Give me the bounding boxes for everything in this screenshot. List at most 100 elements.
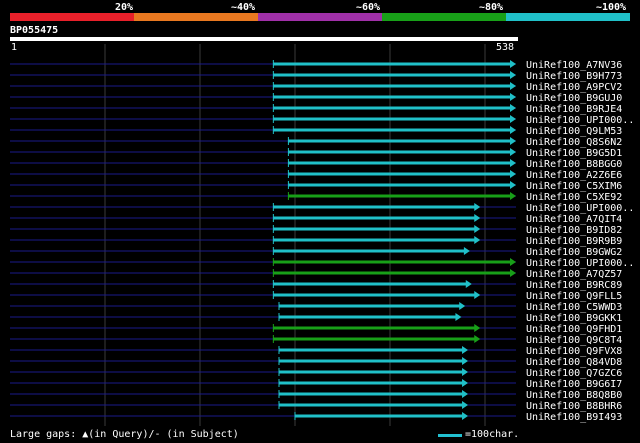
hit-arrow-icon: [462, 379, 469, 387]
hit-arrow-icon: [510, 104, 516, 112]
hit-row[interactable]: UniRef100_Q9C8T4: [10, 335, 622, 346]
hit-row[interactable]: UniRef100_B8BHR6: [10, 401, 622, 412]
hit-arrow-icon: [510, 137, 516, 145]
hit-label[interactable]: UniRef100_C5WWD3: [526, 302, 622, 313]
hit-arrow-icon: [474, 236, 481, 244]
hit-label[interactable]: UniRef100_B9I493: [526, 412, 622, 423]
hit-arrow-icon: [462, 357, 469, 365]
hit-label[interactable]: UniRef100_UPI000..: [526, 258, 634, 269]
hit-row[interactable]: UniRef100_C5XIM6: [10, 181, 622, 192]
hit-arrow-icon: [510, 159, 516, 167]
hit-label[interactable]: UniRef100_A2Z6E6: [526, 170, 622, 181]
hit-arrow-icon: [462, 390, 469, 398]
hit-row[interactable]: UniRef100_B9G6I7: [10, 379, 622, 390]
hit-arrow-icon: [465, 280, 472, 288]
hit-label[interactable]: UniRef100_B8Q8B0: [526, 390, 622, 401]
hit-label[interactable]: UniRef100_Q8S6N2: [526, 137, 622, 148]
hit-row[interactable]: UniRef100_B9R9B9: [10, 236, 622, 247]
hit-arrow-icon: [462, 412, 469, 420]
hit-arrow-icon: [510, 82, 516, 90]
hit-arrow-icon: [459, 302, 466, 310]
hit-label[interactable]: UniRef100_B8BHR6: [526, 401, 622, 412]
hit-arrow-icon: [510, 192, 516, 200]
hit-row[interactable]: UniRef100_A7QZ57: [10, 269, 622, 280]
hit-label[interactable]: UniRef100_UPI000..: [526, 203, 634, 214]
hit-arrow-icon: [474, 335, 481, 343]
hit-arrow-icon: [455, 313, 462, 321]
hit-row[interactable]: UniRef100_B8Q8B0: [10, 390, 622, 401]
hit-arrow-icon: [462, 401, 469, 409]
hit-arrow-icon: [510, 269, 516, 277]
hit-row[interactable]: UniRef100_B9I493: [10, 412, 622, 423]
hit-row[interactable]: UniRef100_B9ID82: [10, 225, 622, 236]
hit-row[interactable]: UniRef100_B9RJE4: [10, 104, 622, 115]
hit-label[interactable]: UniRef100_C5XIM6: [526, 181, 622, 192]
hit-arrow-icon: [474, 214, 481, 222]
hit-row[interactable]: UniRef100_UPI000..: [10, 258, 634, 269]
hit-label[interactable]: UniRef100_C5XE92: [526, 192, 622, 203]
hit-label[interactable]: UniRef100_B9RJE4: [526, 104, 622, 115]
hit-row[interactable]: UniRef100_C5XE92: [10, 192, 622, 203]
hit-row[interactable]: UniRef100_B9RC89: [10, 280, 622, 291]
hit-row[interactable]: UniRef100_A7QIT4: [10, 214, 622, 225]
hit-row[interactable]: UniRef100_Q9FHD1: [10, 324, 622, 335]
hit-label[interactable]: UniRef100_B9G6I7: [526, 379, 622, 390]
hit-arrow-icon: [510, 258, 516, 266]
hit-label[interactable]: UniRef100_B9RC89: [526, 280, 622, 291]
hit-row[interactable]: UniRef100_C5WWD3: [10, 302, 622, 313]
hit-label[interactable]: UniRef100_A7QIT4: [526, 214, 622, 225]
hit-arrow-icon: [510, 60, 516, 68]
hit-arrow-icon: [474, 203, 481, 211]
hit-arrow-icon: [510, 71, 516, 79]
hit-label[interactable]: UniRef100_B9GWG2: [526, 247, 622, 258]
hit-label[interactable]: UniRef100_A7NV36: [526, 60, 622, 71]
hit-label[interactable]: UniRef100_Q9FLL5: [526, 291, 622, 302]
hit-label[interactable]: UniRef100_B9GUJ0: [526, 93, 622, 104]
hit-row[interactable]: UniRef100_B8BGG0: [10, 159, 622, 170]
hit-label[interactable]: UniRef100_UPI000..: [526, 115, 634, 126]
hit-row[interactable]: UniRef100_A7NV36: [10, 60, 622, 71]
hit-arrow-icon: [510, 115, 516, 123]
hit-label[interactable]: UniRef100_B9G5D1: [526, 148, 622, 159]
hit-row[interactable]: UniRef100_Q7GZC6: [10, 368, 622, 379]
hit-arrow-icon: [474, 324, 481, 332]
hit-row[interactable]: UniRef100_A9PCV2: [10, 82, 622, 93]
hit-row[interactable]: UniRef100_Q84VD8: [10, 357, 622, 368]
hit-label[interactable]: UniRef100_A7QZ57: [526, 269, 622, 280]
hit-row[interactable]: UniRef100_Q9FLL5: [10, 291, 622, 302]
hit-label[interactable]: UniRef100_B9GKK1: [526, 313, 622, 324]
hit-row[interactable]: UniRef100_B9GUJ0: [10, 93, 622, 104]
hit-row[interactable]: UniRef100_UPI000..: [10, 115, 634, 126]
hit-arrow-icon: [510, 170, 516, 178]
hit-label[interactable]: UniRef100_Q9LM53: [526, 126, 622, 137]
hit-row[interactable]: UniRef100_UPI000..: [10, 203, 634, 214]
hit-row[interactable]: UniRef100_A2Z6E6: [10, 170, 622, 181]
gaps-legend: Large gaps: ▲(in Query)/- (in Subject): [10, 429, 239, 440]
hit-arrow-icon: [462, 368, 469, 376]
hit-alignment-graphic: UniRef100_A7NV36UniRef100_B9H773UniRef10…: [10, 44, 634, 426]
hit-row[interactable]: UniRef100_B9GWG2: [10, 247, 622, 258]
scale-label: =100char.: [465, 429, 520, 440]
hit-label[interactable]: UniRef100_B8BGG0: [526, 159, 622, 170]
hit-row[interactable]: UniRef100_Q9FVX8: [10, 346, 622, 357]
hit-label[interactable]: UniRef100_Q84VD8: [526, 357, 622, 368]
hit-label[interactable]: UniRef100_B9H773: [526, 71, 622, 82]
hit-arrow-icon: [510, 126, 516, 134]
hit-row[interactable]: UniRef100_B9H773: [10, 71, 622, 82]
hit-label[interactable]: UniRef100_B9ID82: [526, 225, 622, 236]
hit-arrow-icon: [510, 148, 516, 156]
scale-bar: [438, 434, 462, 437]
hit-label[interactable]: UniRef100_B9R9B9: [526, 236, 622, 247]
hit-label[interactable]: UniRef100_A9PCV2: [526, 82, 622, 93]
blast-alignment-view: 20% ~40% ~60% ~80% ~100% BP055475 1 538 …: [0, 0, 640, 443]
hit-row[interactable]: UniRef100_B9GKK1: [10, 313, 622, 324]
hit-label[interactable]: UniRef100_Q9C8T4: [526, 335, 622, 346]
hit-row[interactable]: UniRef100_Q9LM53: [10, 126, 622, 137]
hit-arrow-icon: [510, 181, 516, 189]
hit-label[interactable]: UniRef100_Q9FVX8: [526, 346, 622, 357]
hit-label[interactable]: UniRef100_Q9FHD1: [526, 324, 622, 335]
hit-label[interactable]: UniRef100_Q7GZC6: [526, 368, 622, 379]
hit-row[interactable]: UniRef100_Q8S6N2: [10, 137, 622, 148]
hit-row[interactable]: UniRef100_B9G5D1: [10, 148, 622, 159]
hit-arrow-icon: [474, 225, 481, 233]
